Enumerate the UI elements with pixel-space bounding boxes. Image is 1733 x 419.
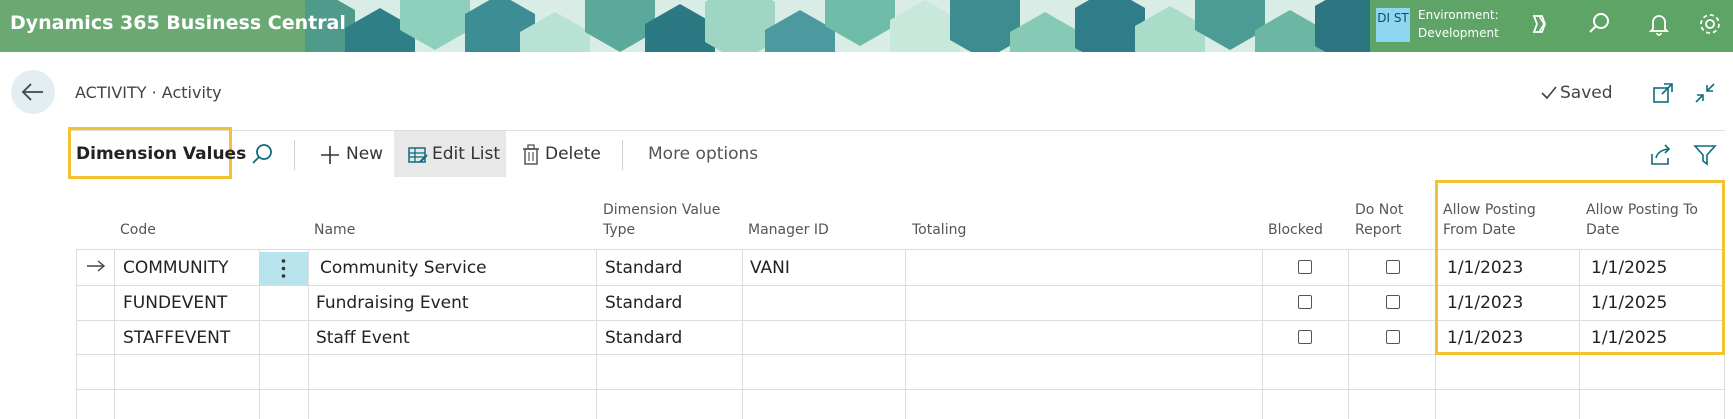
trash-icon[interactable] (522, 144, 540, 166)
grid-col-divider (76, 249, 77, 419)
grid-col-divider (1348, 249, 1349, 419)
row-3-code[interactable]: STAFFEVENT (123, 328, 230, 348)
collapse-icon[interactable] (1692, 80, 1718, 106)
environment-info: Environment: Development (1418, 6, 1499, 42)
row-3-type[interactable]: Standard (605, 328, 682, 348)
edit-list-icon[interactable] (408, 145, 428, 165)
row-3-blocked-checkbox[interactable] (1298, 330, 1312, 344)
more-options-button[interactable]: More options (648, 131, 758, 177)
page-tab-label[interactable]: Dimension Values (76, 144, 246, 164)
row-1-type[interactable]: Standard (605, 258, 682, 278)
row-2-do-not-report-checkbox[interactable] (1386, 295, 1400, 309)
environment-label: Environment: (1418, 8, 1499, 22)
filter-icon[interactable] (1692, 142, 1718, 168)
allow-posting-highlight (1435, 180, 1725, 355)
actionbar-separator (294, 140, 295, 170)
environment-badge[interactable]: DI ST (1376, 8, 1410, 42)
checkmark-icon (1540, 84, 1558, 102)
column-header-name[interactable]: Name (314, 220, 355, 240)
app-title[interactable]: Dynamics 365 Business Central (10, 0, 346, 46)
breadcrumb: ACTIVITY · Activity (75, 83, 222, 102)
current-row-arrow-icon (86, 258, 106, 274)
row-2-type[interactable]: Standard (605, 293, 682, 313)
banner-pattern (305, 0, 1370, 52)
environment-value: Development (1418, 26, 1499, 40)
row-1-do-not-report-checkbox[interactable] (1386, 260, 1400, 274)
row-2-name[interactable]: Fundraising Event (316, 293, 469, 313)
column-header-do-not-report[interactable]: Do Not Report (1355, 200, 1420, 240)
search-list-icon[interactable] (249, 142, 275, 168)
column-header-manager-id[interactable]: Manager ID (748, 220, 829, 240)
grid-col-divider (114, 249, 115, 419)
actionbar-divider (68, 130, 1725, 131)
grid-col-divider (596, 249, 597, 419)
row-1-blocked-checkbox[interactable] (1298, 260, 1312, 274)
more-vertical-icon (281, 259, 286, 278)
back-arrow-icon (21, 83, 43, 101)
grid-col-divider (1262, 249, 1263, 419)
row-1-code[interactable]: COMMUNITY (123, 258, 229, 278)
column-header-code[interactable]: Code (120, 220, 156, 240)
row-1-manager[interactable]: VANI (750, 258, 790, 278)
grid-col-divider (308, 249, 309, 419)
new-button[interactable]: New (346, 131, 383, 177)
open-new-window-icon[interactable] (1650, 80, 1676, 106)
row-1-name[interactable]: Community Service (320, 258, 487, 278)
row-3-do-not-report-checkbox[interactable] (1386, 330, 1400, 344)
delete-button[interactable]: Delete (545, 131, 601, 177)
edit-list-label[interactable]: Edit List (432, 131, 500, 177)
grid-col-divider (742, 249, 743, 419)
row-2-blocked-checkbox[interactable] (1298, 295, 1312, 309)
column-header-dimension-value-type[interactable]: Dimension Value Type (603, 200, 723, 240)
plus-icon[interactable] (320, 145, 340, 165)
grid-col-divider (905, 249, 906, 419)
notification-bell-icon[interactable] (1645, 10, 1673, 38)
column-header-totaling[interactable]: Totaling (912, 220, 966, 240)
grid-row-divider (76, 389, 1725, 390)
actionbar-separator (622, 140, 623, 170)
row-2-code[interactable]: FUNDEVENT (123, 293, 227, 313)
column-header-blocked[interactable]: Blocked (1268, 220, 1323, 240)
saved-status: Saved (1560, 83, 1613, 103)
row-actions-button[interactable] (259, 252, 308, 285)
settings-gear-icon[interactable] (1696, 10, 1724, 38)
share-icon[interactable] (1648, 142, 1674, 168)
search-icon[interactable] (1585, 10, 1613, 38)
row-3-name[interactable]: Staff Event (316, 328, 410, 348)
copilot-icon[interactable] (1525, 10, 1553, 38)
back-button[interactable] (11, 70, 55, 114)
